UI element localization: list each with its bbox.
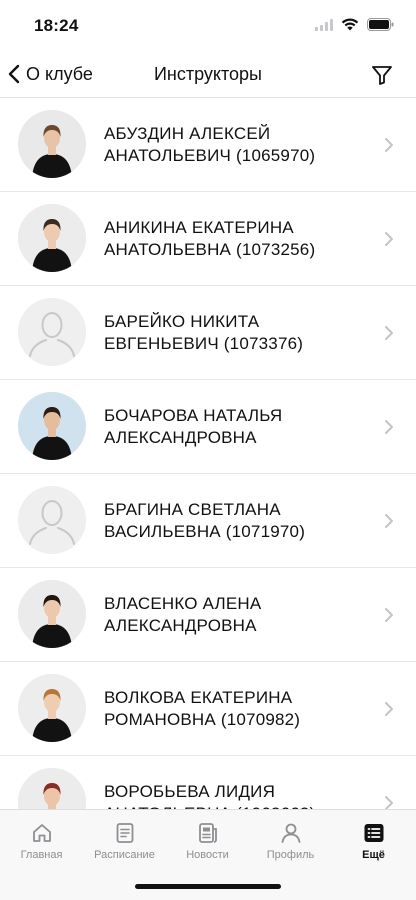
avatar xyxy=(18,392,86,460)
avatar xyxy=(18,110,86,178)
avatar xyxy=(18,674,86,742)
avatar xyxy=(18,204,86,272)
chevron-right-icon xyxy=(385,420,393,434)
more-icon xyxy=(332,821,415,845)
tab-label: Главная xyxy=(20,849,63,861)
tab-label: Новости xyxy=(186,849,229,861)
instructor-name-line1: ВЛАСЕНКО АЛЕНА xyxy=(104,593,262,613)
chevron-right-icon xyxy=(385,514,393,528)
instructor-row[interactable]: ВОРОБЬЕВА ЛИДИЯАНАТОЛЬЕВНА (1062662) xyxy=(0,756,416,809)
instructor-name-line2: АЛЕКСАНДРОВНА xyxy=(104,427,257,447)
instructor-row[interactable]: АБУЗДИН АЛЕКСЕЙ АНАТОЛЬЕВИЧ (1065970) xyxy=(0,98,416,192)
chevron-right-icon xyxy=(385,138,393,152)
instructor-name-line1: БОЧАРОВА НАТАЛЬЯ xyxy=(104,405,283,425)
instructor-row[interactable]: БАРЕЙКО НИКИТА ЕВГЕНЬЕВИЧ (1073376) xyxy=(0,286,416,380)
avatar xyxy=(18,580,86,648)
page-title-text: Инструкторы xyxy=(153,64,262,84)
instructors-screen: 18:24 О клубе Инструкторы АБУЗДИН АЛЕКСЕ… xyxy=(0,0,416,900)
instructor-row[interactable]: БОЧАРОВА НАТАЛЬЯ АЛЕКСАНДРОВНА xyxy=(0,380,416,474)
tab-label: Ещё xyxy=(362,849,385,861)
tab-profile[interactable]: Профиль xyxy=(249,810,332,870)
navigation-bar: О клубе Инструкторы xyxy=(0,50,416,98)
instructor-list[interactable]: АБУЗДИН АЛЕКСЕЙ АНАТОЛЬЕВИЧ (1065970) АНИ… xyxy=(0,98,416,809)
filter-icon[interactable] xyxy=(370,63,394,87)
schedule-icon xyxy=(83,821,166,845)
status-time: 18:24 xyxy=(34,16,79,35)
profile-icon xyxy=(249,821,332,845)
chevron-right-icon xyxy=(385,796,393,809)
instructor-name-line2: АНАТОЛЬЕВНА (1073256) xyxy=(104,239,316,259)
cellular-signal-icon xyxy=(315,18,333,31)
instructor-name: ВОЛКОВА ЕКАТЕРИНА РОМАНОВНА (1070982) xyxy=(104,662,368,755)
avatar-placeholder-icon xyxy=(18,298,86,366)
instructor-row[interactable]: ВОЛКОВА ЕКАТЕРИНА РОМАНОВНА (1070982) xyxy=(0,662,416,756)
home-icon xyxy=(0,821,83,845)
instructor-name: БРАГИНА СВЕТЛАНА ВАСИЛЬЕВНА (1071970) xyxy=(104,474,368,567)
instructor-name-line1: БАРЕЙКО НИКИТА xyxy=(104,311,260,331)
battery-icon xyxy=(367,18,394,31)
instructor-name: АБУЗДИН АЛЕКСЕЙ АНАТОЛЬЕВИЧ (1065970) xyxy=(104,98,368,191)
status-bar: 18:24 xyxy=(0,0,416,50)
instructor-name: ВОРОБЬЕВА ЛИДИЯАНАТОЛЬЕВНА (1062662) xyxy=(104,756,368,810)
instructor-row[interactable]: БРАГИНА СВЕТЛАНА ВАСИЛЬЕВНА (1071970) xyxy=(0,474,416,568)
chevron-right-icon xyxy=(385,326,393,340)
tab-label: Расписание xyxy=(94,849,155,861)
home-indicator xyxy=(135,884,281,889)
tab-news[interactable]: Новости xyxy=(166,810,249,870)
instructor-name: ВЛАСЕНКО АЛЕНА АЛЕКСАНДРОВНА xyxy=(104,568,368,661)
wifi-icon xyxy=(341,18,359,31)
tab-schedule[interactable]: Расписание xyxy=(83,810,166,870)
instructor-name: БАРЕЙКО НИКИТА ЕВГЕНЬЕВИЧ (1073376) xyxy=(104,286,368,379)
instructor-name-line1: ВОЛКОВА ЕКАТЕРИНА xyxy=(104,687,293,707)
page-title: Инструкторы xyxy=(0,64,416,85)
chevron-right-icon xyxy=(385,232,393,246)
tab-more[interactable]: Ещё xyxy=(332,810,415,870)
instructor-name: АНИКИНА ЕКАТЕРИНА АНАТОЛЬЕВНА (1073256) xyxy=(104,192,368,285)
instructor-name-line2: РОМАНОВНА (1070982) xyxy=(104,709,301,729)
instructor-name-line2: АНАТОЛЬЕВИЧ (1065970) xyxy=(104,145,316,165)
instructor-name-line1: АНИКИНА ЕКАТЕРИНА xyxy=(104,217,294,237)
news-icon xyxy=(166,821,249,845)
tab-home[interactable]: Главная xyxy=(0,810,83,870)
instructor-name-line1: БРАГИНА СВЕТЛАНА xyxy=(104,499,281,519)
avatar-placeholder-icon xyxy=(18,486,86,554)
instructor-name-line1: ВОРОБЬЕВА ЛИДИЯ xyxy=(104,781,276,801)
instructor-row[interactable]: АНИКИНА ЕКАТЕРИНА АНАТОЛЬЕВНА (1073256) xyxy=(0,192,416,286)
instructor-name-line2: ВАСИЛЬЕВНА (1071970) xyxy=(104,521,306,541)
avatar xyxy=(18,768,86,809)
chevron-right-icon xyxy=(385,608,393,622)
instructor-name-line2: АЛЕКСАНДРОВНА xyxy=(104,615,257,635)
instructor-row[interactable]: ВЛАСЕНКО АЛЕНА АЛЕКСАНДРОВНА xyxy=(0,568,416,662)
tab-label: Профиль xyxy=(266,849,315,861)
chevron-right-icon xyxy=(385,702,393,716)
instructor-name-line2: ЕВГЕНЬЕВИЧ (1073376) xyxy=(104,333,304,353)
instructor-name-line1: АБУЗДИН АЛЕКСЕЙ xyxy=(104,123,271,143)
status-icons xyxy=(315,18,394,31)
instructor-name: БОЧАРОВА НАТАЛЬЯ АЛЕКСАНДРОВНА xyxy=(104,380,368,473)
